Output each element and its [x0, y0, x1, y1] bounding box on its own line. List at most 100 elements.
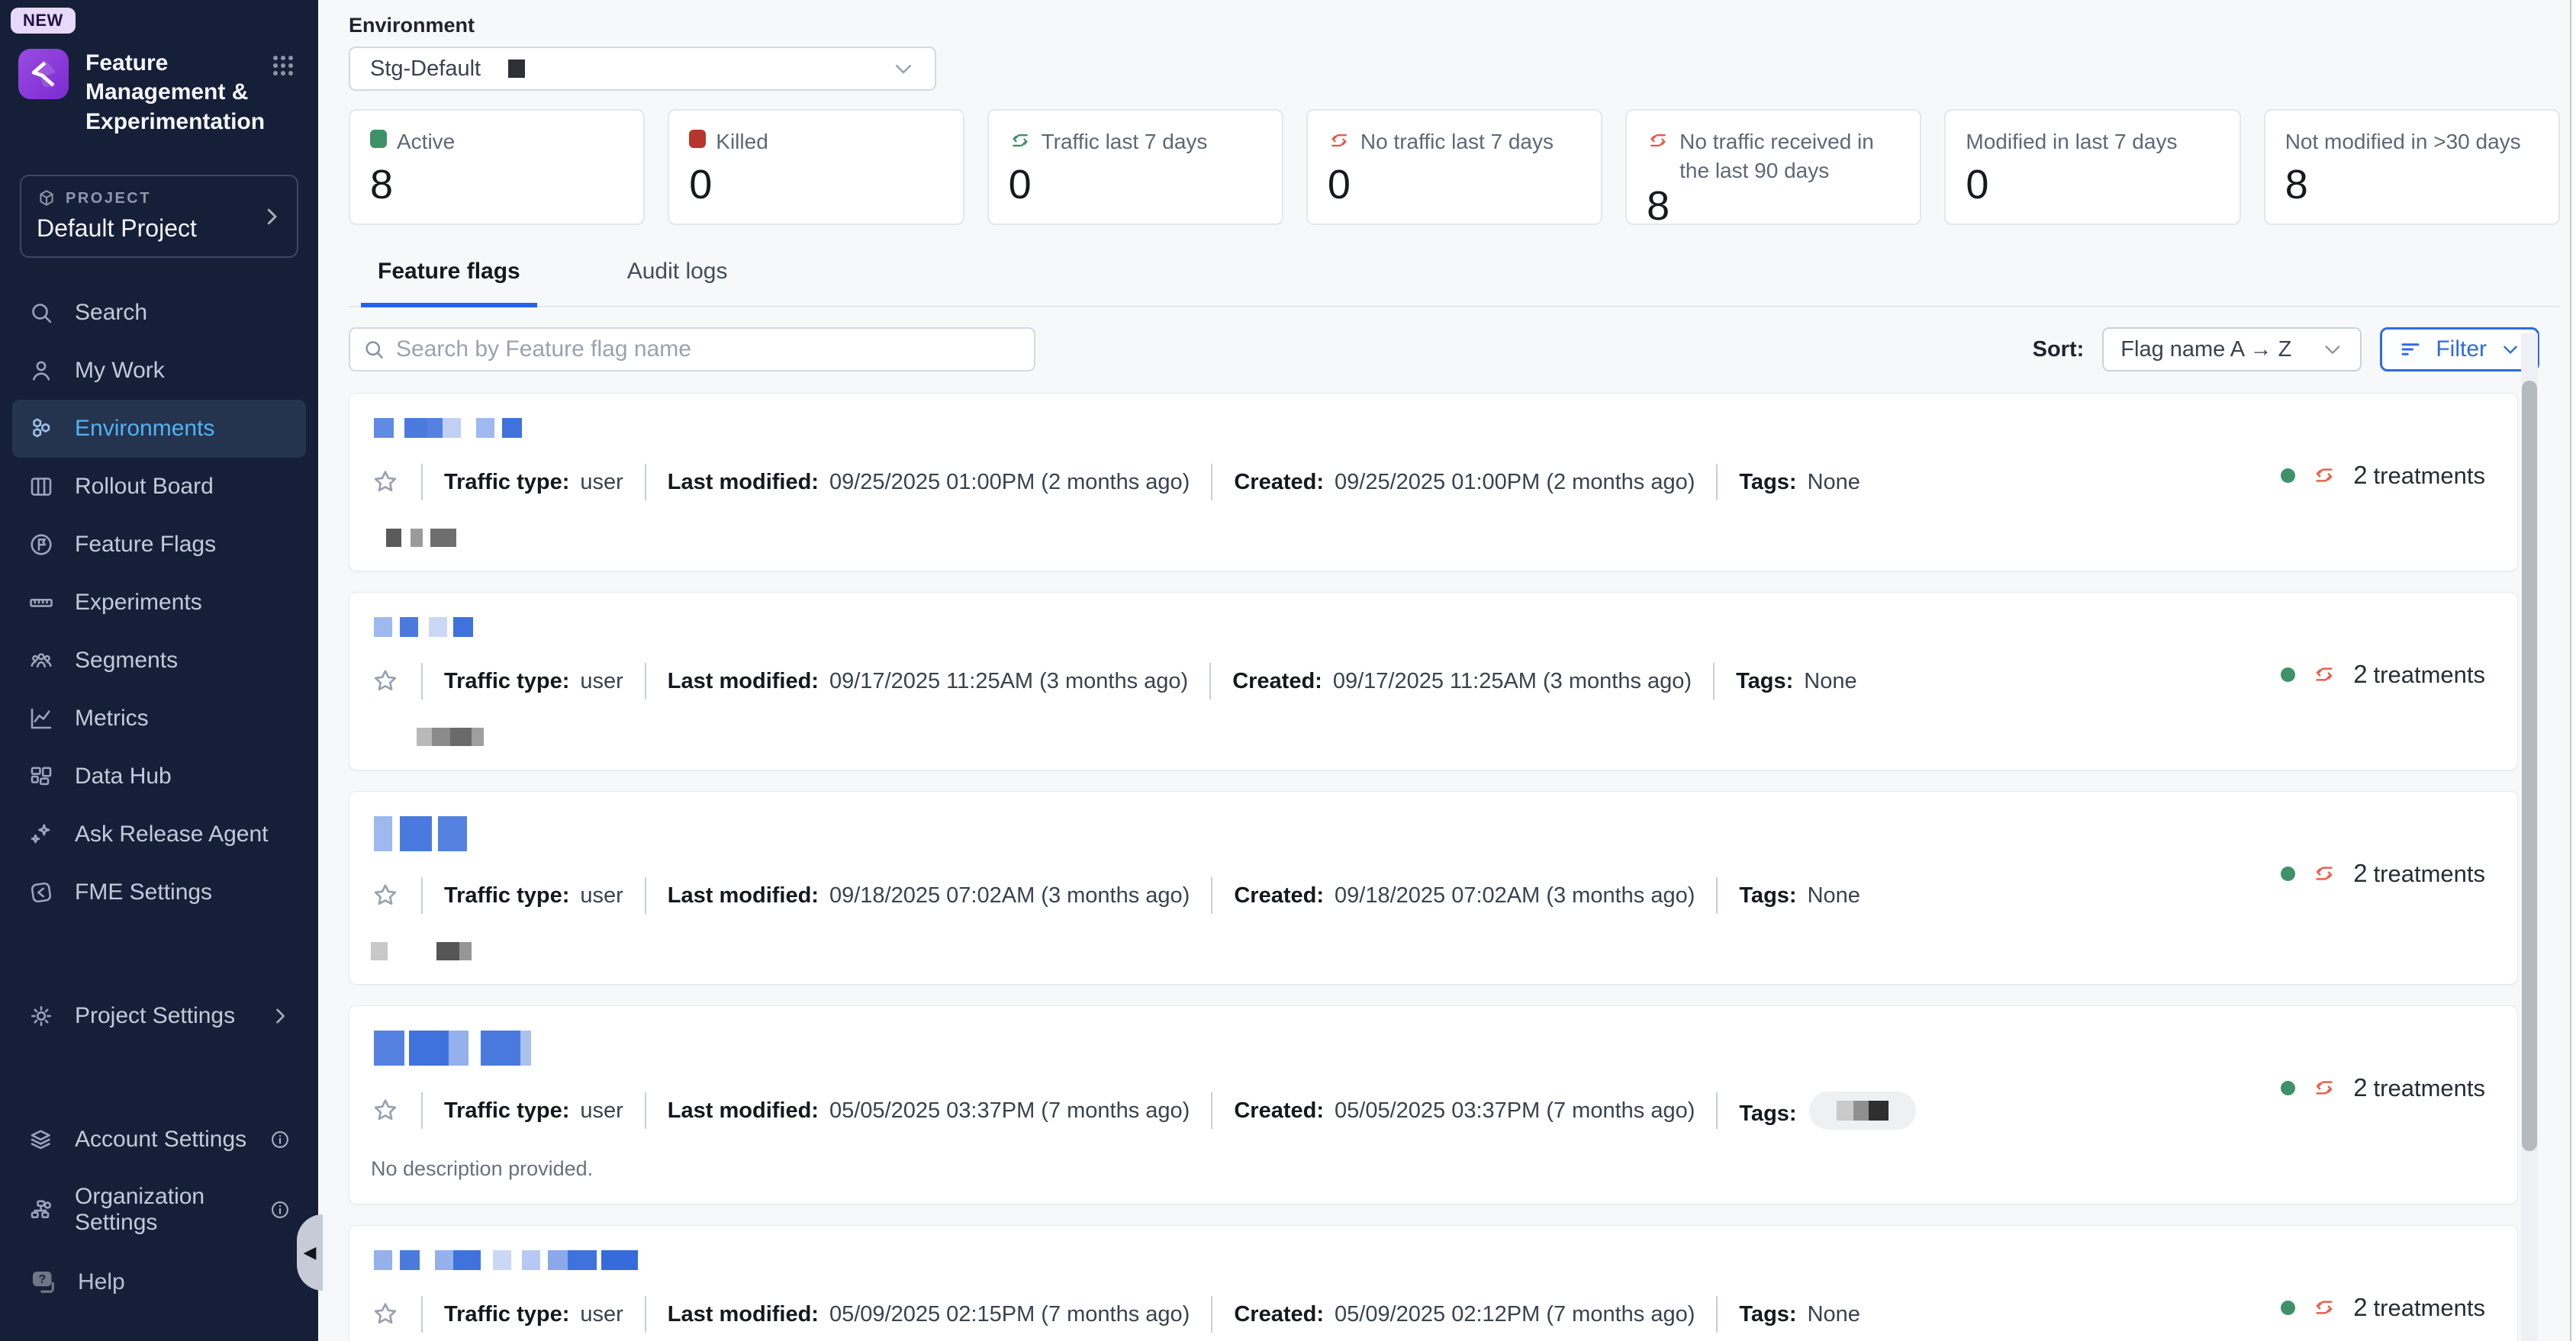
filter-button[interactable]: Filter — [2380, 327, 2539, 371]
help-button[interactable]: ? Help — [0, 1251, 318, 1314]
divider — [1211, 1296, 1212, 1333]
favorite-star-icon[interactable] — [371, 1096, 400, 1125]
treatments-count: 2treatments — [2353, 1073, 2485, 1102]
info-icon[interactable] — [269, 1199, 291, 1220]
sidebar-item-project-settings[interactable]: Project Settings — [12, 987, 306, 1045]
sort-select[interactable]: Flag name A → Z — [2102, 327, 2362, 371]
environment-value: Stg-Default — [370, 56, 481, 82]
status-square-icon — [689, 130, 706, 148]
tab-audit-logs[interactable]: Audit logs — [610, 254, 745, 307]
tab-feature-flags[interactable]: Feature flags — [361, 254, 537, 307]
traffic-arrows-icon — [1647, 129, 1670, 152]
sidebar-item-fme-settings[interactable]: FME Settings — [12, 863, 306, 921]
redacted-environment-suffix — [508, 59, 525, 78]
status-active-dot — [2281, 1081, 2295, 1095]
created-label: Created: — [1232, 669, 1322, 694]
sidebar-item-environments[interactable]: Environments — [12, 400, 306, 458]
list-scrollbar[interactable] — [2521, 333, 2538, 1341]
created-label: Created: — [1234, 1302, 1324, 1327]
status-square-icon — [370, 130, 387, 148]
stat-value: 8 — [1647, 185, 1900, 227]
sidebar-collapse-handle[interactable]: ◀ — [297, 1214, 323, 1291]
treatments-count: 2treatments — [2353, 660, 2485, 689]
sidebar-nav: Search My Work Environments Rollout Boar… — [0, 284, 318, 921]
divider — [1716, 1092, 1718, 1129]
feature-flag-row[interactable]: Traffic type:user Last modified:09/17/20… — [349, 592, 2518, 770]
divider — [1713, 663, 1715, 699]
traffic-type-label: Traffic type: — [444, 1098, 569, 1124]
last-modified-label: Last modified: — [668, 883, 819, 908]
feature-flag-row[interactable]: Traffic type:user Last modified:05/09/20… — [349, 1225, 2518, 1341]
stat-value: 0 — [1966, 164, 2219, 205]
svg-text:?: ? — [38, 1273, 46, 1286]
stat-card: No traffic last 7 days 0 — [1306, 109, 1602, 225]
favorite-star-icon[interactable] — [371, 468, 400, 497]
traffic-type-value: user — [580, 1098, 623, 1124]
sidebar-item-experiments[interactable]: Experiments — [12, 574, 306, 632]
divider — [1211, 877, 1212, 914]
divider — [1209, 663, 1211, 699]
divider — [1716, 464, 1718, 500]
app-grid-icon[interactable] — [268, 50, 298, 81]
sidebar: NEW Feature Management & Experimentation — [0, 0, 318, 1341]
last-modified-label: Last modified: — [668, 1302, 819, 1327]
search-icon — [362, 338, 385, 361]
main-content: Environment Stg-Default Active 8 Killed … — [318, 0, 2576, 1341]
feature-flag-row[interactable]: Traffic type:user Last modified:05/05/20… — [349, 1005, 2518, 1204]
toolbar: Sort: Flag name A → Z Filter — [349, 327, 2539, 371]
sidebar-item-search[interactable]: Search — [12, 284, 306, 342]
divider — [421, 1296, 423, 1333]
sidebar-item-my-work[interactable]: My Work — [12, 342, 306, 400]
environment-select[interactable]: Stg-Default — [349, 47, 936, 91]
redacted-flag-name — [374, 1250, 2490, 1270]
filter-lines-icon — [2399, 338, 2422, 361]
window-edge — [2570, 0, 2576, 1341]
last-modified-value: 05/09/2025 02:15PM (7 months ago) — [829, 1302, 1190, 1327]
sort-value: Flag name A → Z — [2120, 337, 2291, 362]
search-input[interactable] — [349, 327, 1035, 371]
flag-description: No description provided. — [371, 1157, 2490, 1181]
stat-card: Active 8 — [349, 109, 645, 225]
favorite-star-icon[interactable] — [371, 1300, 400, 1329]
created-value: 05/05/2025 03:37PM (7 months ago) — [1335, 1098, 1695, 1124]
sidebar-item-metrics[interactable]: Metrics — [12, 690, 306, 748]
traffic-type-value: user — [580, 669, 623, 694]
last-modified-label: Last modified: — [668, 669, 819, 694]
sidebar-item-segments[interactable]: Segments — [12, 632, 306, 690]
tags-value — [1808, 1092, 1916, 1130]
stat-label: Not modified in >30 days — [2285, 127, 2521, 156]
sidebar-item-account-settings[interactable]: Account Settings — [12, 1111, 306, 1169]
sidebar-nav-secondary: Project Settings — [0, 987, 318, 1045]
sidebar-header: NEW Feature Management & Experimentation — [0, 0, 318, 137]
feature-flag-row[interactable]: Traffic type:user Last modified:09/25/20… — [349, 393, 2518, 571]
project-selector[interactable]: PROJECT Default Project — [20, 175, 298, 258]
help-label: Help — [78, 1269, 125, 1295]
stat-label: No traffic received in the last 90 days — [1679, 127, 1900, 185]
feature-flag-row[interactable]: Traffic type:user Last modified:09/18/20… — [349, 791, 2518, 985]
info-icon[interactable] — [269, 1129, 291, 1150]
last-modified-value: 09/18/2025 07:02AM (3 months ago) — [829, 883, 1190, 908]
divider — [645, 464, 646, 500]
stat-label: Active — [397, 127, 455, 156]
feature-flag-list: Traffic type: user Last modified: 09/25/20… — [349, 393, 2518, 1341]
sidebar-item-data-hub[interactable]: Data Hub — [12, 748, 306, 806]
favorite-star-icon[interactable] — [371, 667, 400, 696]
sidebar-item-ask-release-agent[interactable]: Ask Release Agent — [12, 806, 306, 863]
no-traffic-icon — [2312, 463, 2336, 487]
traffic-arrows-icon — [1328, 129, 1351, 152]
tags-label: Tags: — [1739, 470, 1796, 495]
created-value: 05/09/2025 02:12PM (7 months ago) — [1335, 1302, 1695, 1327]
traffic-type-value: user — [580, 470, 623, 495]
created-value: 09/18/2025 07:02AM (3 months ago) — [1335, 883, 1695, 908]
created-label: Created: — [1234, 883, 1324, 908]
sidebar-item-organization-settings[interactable]: Organization Settings — [12, 1169, 306, 1251]
sidebar-item-rollout-board[interactable]: Rollout Board — [12, 458, 306, 516]
sidebar-nav-tertiary: Account Settings Organization Settings — [0, 1111, 318, 1251]
sidebar-item-feature-flags[interactable]: Feature Flags — [12, 516, 306, 574]
created-label: Created: — [1234, 470, 1324, 495]
tags-value: None — [1808, 470, 1860, 495]
favorite-star-icon[interactable] — [371, 881, 400, 910]
scrollbar-thumb[interactable] — [2522, 381, 2537, 1151]
flag-description — [371, 727, 2490, 747]
last-modified-value: 09/25/2025 01:00PM (2 months ago) — [829, 470, 1190, 495]
